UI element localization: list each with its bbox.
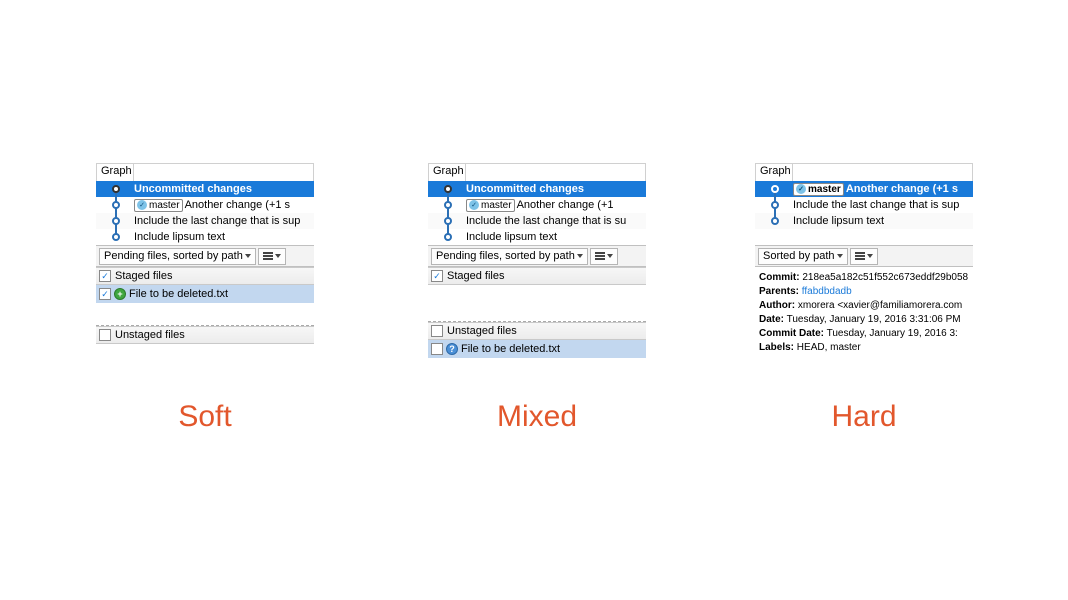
branch-icon: ✓ [469, 200, 479, 210]
commit-row[interactable]: ✓master Another change (+1 [428, 197, 646, 213]
view-mode-dropdown[interactable] [590, 248, 618, 265]
graph-header-row: Graph [755, 163, 973, 181]
commit-msg: ✓master Another change (+1 [466, 199, 646, 212]
branch-icon: ✓ [796, 184, 806, 194]
commit-row[interactable]: Include the last change that is sup [755, 197, 973, 213]
description-column-header[interactable] [134, 163, 314, 181]
view-mode-dropdown[interactable] [850, 248, 878, 265]
description-column-header[interactable] [793, 163, 973, 181]
author: xmorera <xavier@familiamorera.com [798, 300, 962, 311]
add-icon: + [114, 288, 126, 300]
checkbox-icon[interactable] [431, 325, 443, 337]
file-row[interactable]: ? File to be deleted.txt [428, 340, 646, 358]
commit-metadata: Commit: 218ea5a182c51f552c673eddf29b058 … [755, 267, 973, 359]
branch-tag[interactable]: ✓master [466, 199, 515, 212]
chevron-down-icon [837, 254, 843, 258]
view-mode-dropdown[interactable] [258, 248, 286, 265]
commit-date: Tuesday, January 19, 2016 3: [827, 328, 958, 339]
checkbox-icon[interactable] [99, 329, 111, 341]
caption-hard: Hard [755, 400, 973, 434]
commit-msg: Include lipsum text [134, 231, 314, 243]
chevron-down-icon [577, 254, 583, 258]
commit-msg: ✓master Another change (+1 s [134, 199, 314, 212]
checkbox-icon[interactable]: ✓ [99, 270, 111, 282]
graph-header-row: Graph [428, 163, 646, 181]
file-name: File to be deleted.txt [461, 343, 560, 355]
commit-row[interactable]: Include the last change that is su [428, 213, 646, 229]
unstaged-files-header[interactable]: Unstaged files [428, 322, 646, 340]
commit-msg: Include the last change that is sup [793, 199, 973, 211]
hamburger-icon [263, 252, 273, 260]
file-toolbar: Sorted by path [755, 245, 973, 267]
commit-row[interactable]: ✓master Another change (+1 s [755, 181, 973, 197]
graph-header-row: Graph [96, 163, 314, 181]
commit-msg: Include the last change that is sup [134, 215, 314, 227]
commit-row[interactable]: Include lipsum text [755, 213, 973, 229]
soft-panel: Graph Uncommitted changes ✓master Anothe… [96, 163, 314, 344]
staged-files-header[interactable]: ✓ Staged files [428, 267, 646, 285]
commit-msg: Include lipsum text [793, 215, 973, 227]
branch-tag[interactable]: ✓master [793, 183, 844, 196]
branch-tag[interactable]: ✓master [134, 199, 183, 212]
sort-dropdown[interactable]: Sorted by path [758, 248, 848, 265]
hard-panel: Graph ✓master Another change (+1 s Inclu… [755, 163, 973, 359]
commit-row-uncommitted[interactable]: Uncommitted changes [96, 181, 314, 197]
commit-msg: Include the last change that is su [466, 215, 646, 227]
commit-hash: 218ea5a182c51f552c673eddf29b058 [802, 272, 968, 283]
mixed-panel: Graph Uncommitted changes ✓master Anothe… [428, 163, 646, 358]
commit-row[interactable]: Include the last change that is sup [96, 213, 314, 229]
checkbox-icon[interactable]: ✓ [431, 270, 443, 282]
commit-row[interactable]: Include lipsum text [428, 229, 646, 245]
commit-msg: Uncommitted changes [466, 183, 646, 195]
caption-mixed: Mixed [428, 400, 646, 434]
description-column-header[interactable] [466, 163, 646, 181]
question-icon: ? [446, 343, 458, 355]
file-name: File to be deleted.txt [129, 288, 228, 300]
file-toolbar: Pending files, sorted by path [96, 245, 314, 267]
chevron-down-icon [275, 254, 281, 258]
checkbox-icon[interactable]: ✓ [99, 288, 111, 300]
commit-row-uncommitted[interactable]: Uncommitted changes [428, 181, 646, 197]
commit-msg: ✓master Another change (+1 s [793, 183, 973, 196]
caption-soft: Soft [96, 400, 314, 434]
checkbox-icon[interactable] [431, 343, 443, 355]
sort-dropdown[interactable]: Pending files, sorted by path [99, 248, 256, 265]
labels: HEAD, master [797, 342, 861, 353]
unstaged-files-header[interactable]: Unstaged files [96, 326, 314, 344]
file-row[interactable]: ✓ + File to be deleted.txt [96, 285, 314, 303]
chevron-down-icon [607, 254, 613, 258]
hamburger-icon [855, 252, 865, 260]
staged-files-header[interactable]: ✓ Staged files [96, 267, 314, 285]
hamburger-icon [595, 252, 605, 260]
sort-dropdown[interactable]: Pending files, sorted by path [431, 248, 588, 265]
graph-column-header[interactable]: Graph [428, 163, 466, 181]
commit-msg: Uncommitted changes [134, 183, 314, 195]
chevron-down-icon [867, 254, 873, 258]
date: Tuesday, January 19, 2016 3:31:06 PM [787, 314, 961, 325]
file-toolbar: Pending files, sorted by path [428, 245, 646, 267]
graph-column-header[interactable]: Graph [96, 163, 134, 181]
graph-column-header[interactable]: Graph [755, 163, 793, 181]
commit-row[interactable]: ✓master Another change (+1 s [96, 197, 314, 213]
commit-msg: Include lipsum text [466, 231, 646, 243]
parent-hash-link[interactable]: ffabdbdadb [802, 286, 852, 297]
branch-icon: ✓ [137, 200, 147, 210]
chevron-down-icon [245, 254, 251, 258]
commit-row[interactable]: Include lipsum text [96, 229, 314, 245]
